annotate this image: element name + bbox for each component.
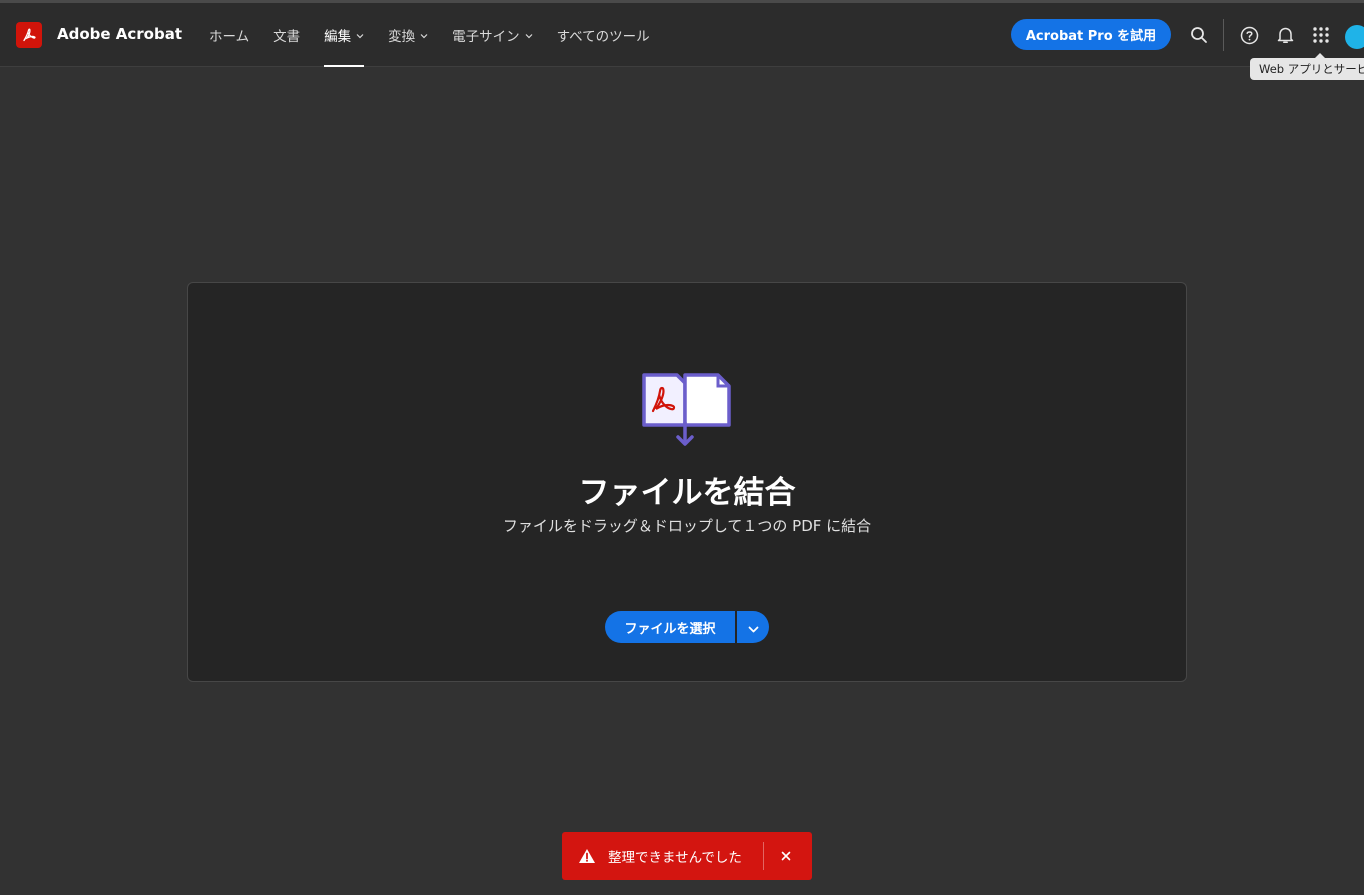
nav-documents[interactable]: 文書	[273, 3, 300, 67]
avatar[interactable]	[1345, 25, 1364, 49]
header-divider	[1223, 19, 1224, 51]
select-file-button[interactable]: ファイルを選択	[605, 611, 735, 643]
app-title[interactable]: Adobe Acrobat	[57, 25, 182, 43]
top-header: Adobe Acrobat ホーム 文書 編集 変換 電子サイン すべてのツール…	[0, 3, 1364, 67]
chevron-down-icon	[420, 27, 428, 43]
apps-tooltip: Web アプリとサービス	[1250, 53, 1364, 80]
chevron-down-icon	[356, 27, 364, 43]
apps-grid-icon[interactable]	[1311, 25, 1331, 45]
select-file-split-button: ファイルを選択	[605, 611, 769, 643]
try-acrobat-pro-button[interactable]: Acrobat Pro を試用	[1011, 19, 1171, 50]
acrobat-logo-icon[interactable]	[16, 22, 42, 48]
nav-convert[interactable]: 変換	[388, 3, 428, 67]
nav-label: 変換	[388, 29, 416, 45]
chevron-down-icon	[748, 618, 759, 637]
main-nav: ホーム 文書 編集 変換 電子サイン すべてのツール	[209, 3, 674, 67]
nav-label: 編集	[324, 29, 352, 45]
toast-divider	[763, 842, 764, 870]
nav-label: 電子サイン	[452, 29, 520, 45]
search-icon[interactable]	[1189, 25, 1209, 45]
error-toast: 整理できませんでした	[562, 832, 812, 880]
close-icon[interactable]	[776, 846, 796, 866]
nav-edit[interactable]: 編集	[324, 3, 365, 67]
nav-esign[interactable]: 電子サイン	[452, 3, 533, 67]
bell-icon[interactable]	[1275, 25, 1295, 45]
toast-message: 整理できませんでした	[608, 850, 742, 866]
alert-triangle-icon	[578, 847, 596, 865]
chevron-down-icon	[525, 27, 533, 43]
nav-label: 文書	[273, 29, 301, 45]
nav-all-tools[interactable]: すべてのツール	[557, 3, 650, 67]
select-file-options-button[interactable]	[737, 611, 769, 643]
combine-files-icon	[641, 371, 733, 451]
nav-label: すべてのツール	[556, 29, 650, 45]
file-dropzone[interactable]: ファイルを結合 ファイルをドラッグ＆ドロップして１つの PDF に結合 ファイル…	[187, 282, 1187, 682]
nav-home[interactable]: ホーム	[209, 3, 249, 67]
nav-label: ホーム	[209, 29, 250, 45]
dropzone-subtitle: ファイルをドラッグ＆ドロップして１つの PDF に結合	[502, 517, 872, 535]
dropzone-title: ファイルを結合	[578, 475, 796, 511]
help-icon[interactable]	[1239, 25, 1259, 45]
